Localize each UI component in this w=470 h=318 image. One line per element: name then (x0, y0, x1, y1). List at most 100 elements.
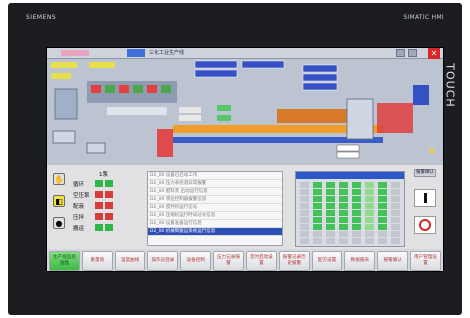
grid-cell (365, 217, 374, 223)
nav-button[interactable]: 数据报表 (344, 251, 376, 271)
grid-cell (391, 224, 400, 230)
grid-cell (300, 238, 309, 244)
grid-cell (300, 231, 309, 237)
grid-cell (365, 231, 374, 237)
nav-button[interactable]: 重量值 (81, 251, 113, 271)
grid-cell (391, 182, 400, 188)
grid-cell (313, 238, 322, 244)
grid-cell (391, 231, 400, 237)
grid-cell (339, 182, 348, 188)
nav-button[interactable]: 操作员登录 (147, 251, 179, 271)
grid-cell (339, 224, 348, 230)
status-lamp (95, 191, 103, 198)
label-tag (89, 62, 115, 68)
grid-cell (391, 238, 400, 244)
grid-cell (300, 210, 309, 216)
grid-cell (378, 231, 387, 237)
motor-indicator (147, 85, 157, 93)
display-box (194, 60, 238, 69)
nav-button[interactable]: 配方设置 (311, 251, 343, 271)
process-diagram (47, 59, 443, 165)
nav-button[interactable]: 温度曲线 (114, 251, 146, 271)
nav-button[interactable]: 生产线监控画面 (49, 251, 80, 271)
message-item[interactable]: D2_00 液位控制器报警信息 (148, 196, 282, 204)
grid-cell (365, 210, 374, 216)
display-box (194, 69, 238, 78)
status-row-label: 压拌 (73, 215, 85, 221)
nav-button[interactable]: 压力记录报警 (213, 251, 244, 271)
alarm-bell-icon[interactable]: ● (53, 217, 65, 229)
grid-cell (391, 217, 400, 223)
hmi-screen: 三化工业生产线 ✕ ✋ ◧ ● 1泵 循环 空压泵 配液 压拌 搬运 D2_00… (46, 47, 444, 272)
grid-cell (300, 189, 309, 195)
nav-button[interactable]: 报警记录历史报警 (278, 251, 310, 271)
grid-cell (339, 203, 348, 209)
status-row-label: 搬运 (73, 226, 85, 232)
mode-indicator (127, 49, 145, 57)
grid-cell (300, 224, 309, 230)
title-bar: 三化工业生产线 ✕ (47, 48, 443, 59)
grid-cell (391, 189, 400, 195)
display-box (241, 60, 285, 69)
nav-button[interactable]: 用户管理设置 (410, 251, 441, 271)
message-item[interactable]: D2_00 机械臂搬运系统运行信息 (148, 228, 282, 236)
lower-panel: ✋ ◧ ● 1泵 循环 空压泵 配液 压拌 搬运 D2_00 设备已启动工作 D2_00 … (47, 165, 443, 249)
grid-cell (378, 217, 387, 223)
grid-cell (326, 231, 335, 237)
grid-cell (365, 196, 374, 202)
message-item[interactable]: D2_00 设备已启动工作 (148, 172, 282, 180)
grid-cell (352, 238, 361, 244)
status-lamp (105, 180, 113, 187)
status-lamp (105, 213, 113, 220)
grid-cell (352, 182, 361, 188)
stop-button[interactable] (414, 216, 436, 234)
grid-cell (352, 189, 361, 195)
ack-indicator[interactable]: 报警确认 (414, 169, 436, 177)
status-row: 压拌 (73, 212, 133, 222)
nav-button[interactable]: 设备控制 (180, 251, 212, 271)
door-icon[interactable]: ◧ (53, 195, 65, 207)
grid-cell (339, 210, 348, 216)
value-field (336, 144, 360, 152)
nav-button[interactable]: 报警确认 (377, 251, 409, 271)
grid-cell (352, 217, 361, 223)
message-item[interactable]: D2_00 压缩机运行时间过长信息 (148, 212, 282, 220)
grid-cell (313, 182, 322, 188)
grid-cell (313, 203, 322, 209)
status-header-label: 1泵 (99, 172, 108, 178)
grid-cell (339, 238, 348, 244)
grid-cell (326, 217, 335, 223)
status-lamp (95, 180, 103, 187)
pause-button[interactable] (414, 189, 436, 207)
grid-cell (339, 189, 348, 195)
status-lamp (105, 191, 113, 198)
motor-indicator (161, 85, 171, 93)
status-lamp (105, 202, 113, 209)
message-list[interactable]: D2_00 设备已启动工作 D2_00 压力表检测异常报警 D2_00 配料泵 启动… (147, 171, 283, 246)
display-box (302, 82, 338, 91)
grid-cell (391, 196, 400, 202)
status-lamp (95, 224, 103, 231)
display-box (302, 73, 338, 82)
nav-button[interactable]: 定时启动设置 (245, 251, 277, 271)
message-item[interactable]: D2_00 设备准备运行信息 (148, 220, 282, 228)
alarm-indicator[interactable] (61, 50, 89, 56)
status-lamp (95, 213, 103, 220)
status-row-label: 配液 (73, 204, 85, 210)
status-row-label: 循环 (73, 182, 85, 188)
user-icon[interactable] (408, 49, 417, 57)
grid-cell (313, 231, 322, 237)
message-item[interactable]: D2_00 压力表检测异常报警 (148, 180, 282, 188)
grid-cell (391, 210, 400, 216)
close-icon[interactable]: ✕ (428, 48, 440, 59)
grid-cell (326, 203, 335, 209)
grid-cell (378, 182, 387, 188)
grid-cell (300, 196, 309, 202)
value-field (217, 115, 231, 121)
message-item[interactable]: D2_00 配料泵 启动运行信息 (148, 188, 282, 196)
message-item[interactable]: D2_00 搅拌机运行信号 (148, 204, 282, 212)
status-row: 空压泵 (73, 190, 133, 200)
settings-icon[interactable] (396, 49, 405, 57)
value-field (336, 151, 360, 159)
hand-icon[interactable]: ✋ (53, 173, 65, 185)
